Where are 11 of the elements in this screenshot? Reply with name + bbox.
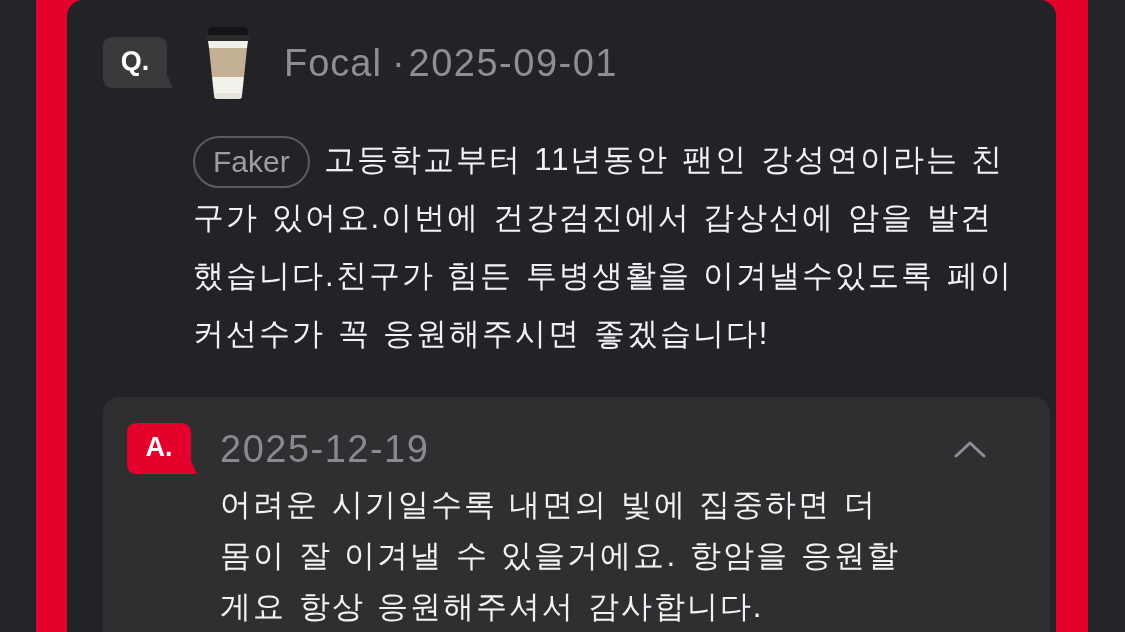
tag-chip[interactable]: Faker <box>193 135 310 188</box>
question-date: 2025-09-01 <box>408 44 618 82</box>
chevron-up-icon[interactable] <box>954 440 986 458</box>
separator-dot: · <box>391 44 405 82</box>
answer-text: 어려운 시기일수록 내면의 빛에 집중하면 더 몸이 잘 이겨낼 수 있을거에요. 항암을 응원할게요 항상 응원해주셔서 감사합니다. <box>220 486 902 626</box>
answer-badge: A. <box>127 423 197 475</box>
coffee-cup-icon <box>205 27 251 99</box>
question-text: Faker 고등학교부터 11년동안 팬인 강성연이라는 친구가 있어요.이번에 건강검진에서 갑상선에 암을 발견했습니다.친구가 힘든 투병생활을 이겨낼수있도록 페이커선수가 꼭 응원해주시면 좋겠습니다! <box>193 131 1017 363</box>
author-name: Focal <box>284 44 382 82</box>
answer-date: 2025-12-19 <box>220 430 430 468</box>
question-badge: Q. <box>103 37 173 89</box>
